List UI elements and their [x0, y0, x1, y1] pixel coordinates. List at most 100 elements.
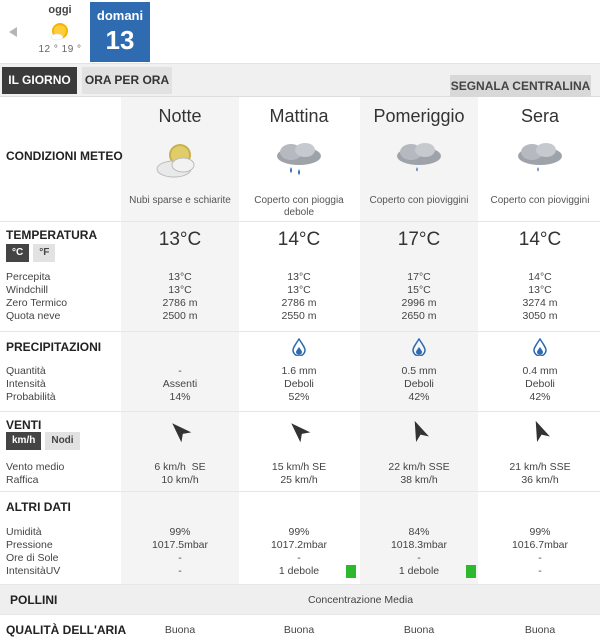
temperature-value: 13°C [158, 229, 202, 250]
temperature-value: 14°C [277, 229, 321, 250]
value-quota-neve: 2550 m [281, 310, 317, 322]
value-quantita: 1.6 mm [281, 365, 317, 377]
row-qualita-aria: QUALITÀ DELL'ARIA Buona Buona Buona Buona [0, 615, 600, 641]
precipitation-details: 1.6 mm Deboli 52% [240, 365, 358, 404]
value-umidita: 99% [169, 526, 191, 538]
drop-icon [292, 337, 306, 357]
pollini-value: Concentrazione Media [307, 594, 414, 606]
wind-details: 21 km/h SSE 36 km/h [481, 461, 599, 487]
tab-il-giorno[interactable]: IL GIORNO [2, 67, 77, 94]
precipitation-details: 0.4 mm Deboli 42% [481, 365, 599, 404]
condition-text: Coperto con pioviggini [369, 195, 469, 206]
day-selected-number: 13 [105, 25, 135, 55]
value-uv: 1 debole [398, 565, 440, 577]
precipitation-details: - Assenti 14% [121, 365, 239, 404]
temperature-details: 13°C 13°C 2786 m 2500 m [121, 271, 239, 323]
drop-icon [533, 337, 547, 357]
other-details: 99% 1016.7mbar - - [481, 526, 599, 578]
day-selector: oggi 12 ° 19 ° domani 13 [0, 0, 600, 64]
cell-condizioni-pomeriggio: Pomeriggio Coperto con pioviggini [360, 97, 478, 222]
value-vento-medio: 6 km/h SE [154, 461, 206, 473]
value-windchill: 13°C [528, 284, 552, 296]
value-zero-termico: 3274 m [522, 297, 558, 309]
value-intensita: Deboli [284, 378, 314, 390]
temperature-details: 17°C 15°C 2996 m 2650 m [360, 271, 478, 323]
value-pressione: 1018.3mbar [390, 539, 448, 551]
label-raffica: Raffica [6, 474, 39, 486]
tab-ora-per-ora[interactable]: ORA PER ORA [82, 67, 172, 94]
value-raffica: 38 km/h [400, 474, 438, 486]
celsius-button[interactable]: °C [6, 244, 30, 262]
period-name: Mattina [269, 106, 329, 126]
row-venti: VENTI km/h Nodi Vento medio Raffica 6 km… [0, 412, 600, 492]
value-uv: - [538, 565, 542, 577]
value-probabilita: 42% [529, 391, 551, 403]
temperatura-sublabels: Percepita Windchill Zero Termico Quota n… [6, 271, 67, 323]
cell-condizioni-notte: Notte Nubi sparse e schiarite [121, 97, 239, 222]
wind-unit-toggle: km/h Nodi [6, 432, 80, 450]
kmh-button[interactable]: km/h [6, 432, 42, 450]
cell-temperatura-mattina: 14°C 13°C 13°C 2786 m 2550 m [240, 222, 358, 332]
value-intensita: Deboli [525, 378, 555, 390]
altri-dati-sublabels: Umidità Pressione Ore di Sole IntensitàU… [6, 526, 60, 578]
value-uv: 1 debole [278, 565, 320, 577]
row-label-precipitazioni: PRECIPITAZIONI [6, 340, 102, 354]
row-condizioni: CONDIZIONI METEO Notte Nubi sparse e schi… [0, 97, 600, 222]
value-probabilita: 52% [288, 391, 310, 403]
value-vento-medio: 21 km/h SSE [509, 461, 571, 473]
row-label-pollini: POLLINI [10, 593, 58, 607]
day-selected-label: domani [96, 8, 144, 23]
day-today-label: oggi [48, 4, 72, 16]
day-today[interactable]: oggi 12 ° 19 ° [30, 0, 90, 62]
value-zero-termico: 2786 m [281, 297, 317, 309]
label-percepita: Percepita [6, 271, 51, 283]
row-temperatura: TEMPERATURA °C °F Percepita Windchill Ze… [0, 222, 600, 332]
period-name: Notte [158, 106, 202, 126]
cell-venti-sera: 21 km/h SSE 36 km/h [481, 412, 599, 492]
cloud-drizzle-icon [510, 139, 570, 183]
value-percepita: 14°C [528, 271, 552, 283]
other-details: 99% 1017.2mbar -1 debole [240, 526, 358, 578]
tab-bar: IL GIORNO ORA PER ORA SEGNALA CENTRALINA [0, 64, 600, 97]
day-selected[interactable]: domani 13 [90, 2, 150, 62]
value-quota-neve: 2500 m [162, 310, 198, 322]
value-ore-sole: - [178, 552, 182, 564]
temperature-details: 13°C 13°C 2786 m 2550 m [240, 271, 358, 323]
value-quota-neve: 3050 m [522, 310, 558, 322]
value-pressione: 1017.5mbar [151, 539, 209, 551]
nodi-button[interactable]: Nodi [45, 432, 80, 450]
row-label-venti: VENTI [6, 418, 42, 432]
cell-temperatura-pomeriggio: 17°C 17°C 15°C 2996 m 2650 m [360, 222, 478, 332]
value-raffica: 25 km/h [280, 474, 318, 486]
value-zero-termico: 2996 m [401, 297, 437, 309]
cell-precipitazioni-sera: 0.4 mm Deboli 42% [481, 332, 599, 412]
wind-details: 6 km/h SE 10 km/h [121, 461, 239, 487]
cell-altri-dati-sera: 99% 1016.7mbar - - [481, 492, 599, 585]
cloud-rain-icon [269, 139, 329, 183]
precipitation-details: 0.5 mm Deboli 42% [360, 365, 478, 404]
label-quota-neve: Quota neve [6, 310, 61, 322]
label-ore-sole: Ore di Sole [6, 552, 59, 564]
value-qualita-aria-notte: Buona [164, 624, 196, 636]
cell-temperatura-sera: 14°C 14°C 13°C 3274 m 3050 m [481, 222, 599, 332]
value-windchill: 15°C [407, 284, 431, 296]
previous-day-arrow-icon[interactable] [9, 27, 17, 37]
report-station-button[interactable]: SEGNALA CENTRALINA [450, 75, 591, 97]
label-probabilita: Probabilità [6, 391, 56, 403]
value-umidita: 99% [529, 526, 551, 538]
other-details: 99% 1017.5mbar - - [121, 526, 239, 578]
other-details: 84% 1018.3mbar -1 debole [360, 526, 478, 578]
value-vento-medio: 15 km/h SE [271, 461, 327, 473]
value-probabilita: 14% [169, 391, 191, 403]
temperature-unit-toggle: °C °F [6, 244, 56, 262]
value-intensita: Deboli [404, 378, 434, 390]
value-percepita: 13°C [168, 271, 192, 283]
value-uv: - [178, 565, 182, 577]
cell-venti-notte: 6 km/h SE 10 km/h [121, 412, 239, 492]
value-windchill: 13°C [168, 284, 192, 296]
value-vento-medio: 22 km/h SSE [388, 461, 450, 473]
row-label-condizioni: CONDIZIONI METEO [6, 149, 123, 163]
fahrenheit-button[interactable]: °F [33, 244, 56, 262]
value-quota-neve: 2650 m [401, 310, 437, 322]
label-umidita: Umidità [6, 526, 42, 538]
